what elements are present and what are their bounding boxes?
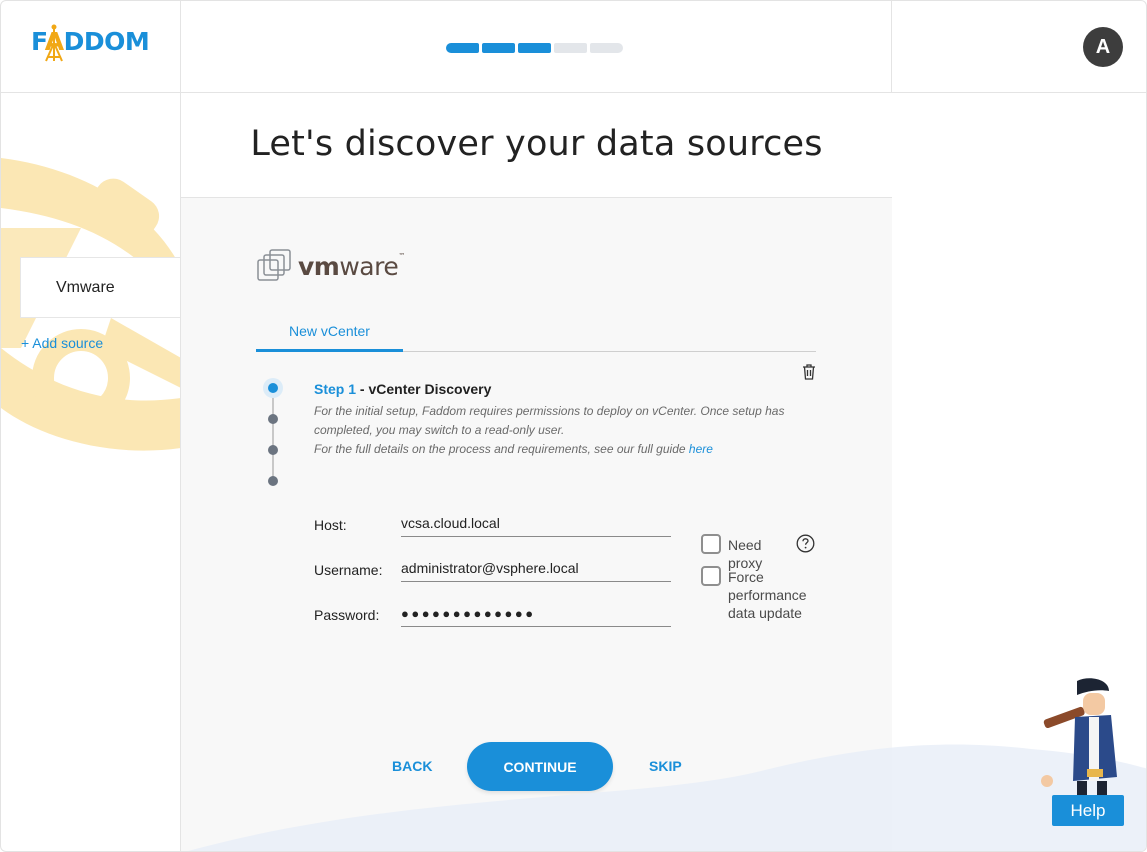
progress-step-3: [518, 43, 551, 53]
vmware-wordmark: vmware™: [298, 252, 405, 281]
source-config-panel: vmware™ New vCenter Step 1 - vCenter Dis…: [181, 198, 892, 851]
step-dot-4[interactable]: [268, 476, 278, 486]
sources-sidebar: Vmware + Add source: [1, 93, 181, 851]
guide-link[interactable]: here: [689, 442, 713, 456]
step-desc-line2: For the full details on the process and …: [314, 440, 824, 459]
progress-step-5: [590, 43, 623, 53]
step-name: vCenter Discovery: [368, 381, 492, 397]
pirate-help-icon[interactable]: [1037, 677, 1121, 797]
progress-step-2: [482, 43, 515, 53]
password-label: Password:: [314, 607, 380, 623]
progress-step-1: [446, 43, 479, 53]
vmware-wordmark-vm: vm: [298, 251, 340, 281]
continue-button[interactable]: CONTINUE: [467, 742, 613, 791]
wizard-progress: [446, 43, 623, 53]
source-item-vmware[interactable]: Vmware: [20, 257, 180, 318]
user-avatar[interactable]: A: [1083, 27, 1123, 67]
sextant-illustration-icon: [1, 158, 180, 451]
title-area: Let's discover your data sources: [181, 93, 892, 198]
step-separator: -: [356, 381, 369, 397]
progress-step-4: [554, 43, 587, 53]
host-label: Host:: [314, 517, 347, 533]
logo-text-right: DDOM: [63, 27, 150, 56]
top-bar: FADDOM A: [1, 1, 1146, 93]
vmware-wordmark-ware: ware: [339, 251, 399, 281]
step-desc-line1: For the initial setup, Faddom requires p…: [314, 404, 785, 437]
step-dot-1[interactable]: [263, 378, 283, 398]
step-title: Step 1 - vCenter Discovery: [314, 381, 491, 397]
host-input[interactable]: vcsa.cloud.local: [401, 513, 671, 537]
password-input[interactable]: ●●●●●●●●●●●●●: [401, 603, 671, 627]
username-input[interactable]: administrator@vsphere.local: [401, 558, 671, 582]
wizard-buttons: BACK CONTINUE SKIP: [356, 742, 716, 792]
vmware-logo-icon: [257, 249, 291, 281]
vmware-wordmark-tm: ™: [398, 251, 405, 260]
step-dot-3[interactable]: [268, 445, 278, 455]
faddom-logo-icon: [45, 24, 63, 62]
tab-new-vcenter[interactable]: New vCenter: [256, 320, 403, 352]
add-source-link[interactable]: + Add source: [21, 335, 103, 351]
need-proxy-checkbox[interactable]: [701, 534, 721, 554]
force-performance-checkbox[interactable]: [701, 566, 721, 586]
username-label: Username:: [314, 562, 383, 578]
logo-cell: FADDOM: [1, 1, 181, 93]
help-button[interactable]: Help: [1052, 795, 1124, 826]
step-desc-line2-text: For the full details on the process and …: [314, 442, 689, 456]
vcenter-tabs: New vCenter: [256, 320, 816, 352]
step-description: For the initial setup, Faddom requires p…: [314, 402, 824, 459]
back-button[interactable]: BACK: [392, 758, 432, 774]
step-dot-2[interactable]: [268, 414, 278, 424]
question-icon[interactable]: [796, 534, 815, 553]
progress-cell: [181, 1, 892, 93]
force-performance-label: Force performance data update: [728, 569, 807, 621]
vmware-logo: vmware™: [256, 248, 405, 284]
need-proxy-label: Need proxy: [728, 537, 763, 571]
skip-button[interactable]: SKIP: [649, 758, 682, 774]
trash-icon[interactable]: [801, 363, 817, 381]
page-title: Let's discover your data sources: [250, 124, 823, 164]
step-indicator: [261, 378, 285, 488]
step-line: [272, 388, 274, 480]
app-window: FADDOM A Vmware + Add source Let's disco…: [0, 0, 1147, 852]
step-number: Step 1: [314, 381, 357, 397]
